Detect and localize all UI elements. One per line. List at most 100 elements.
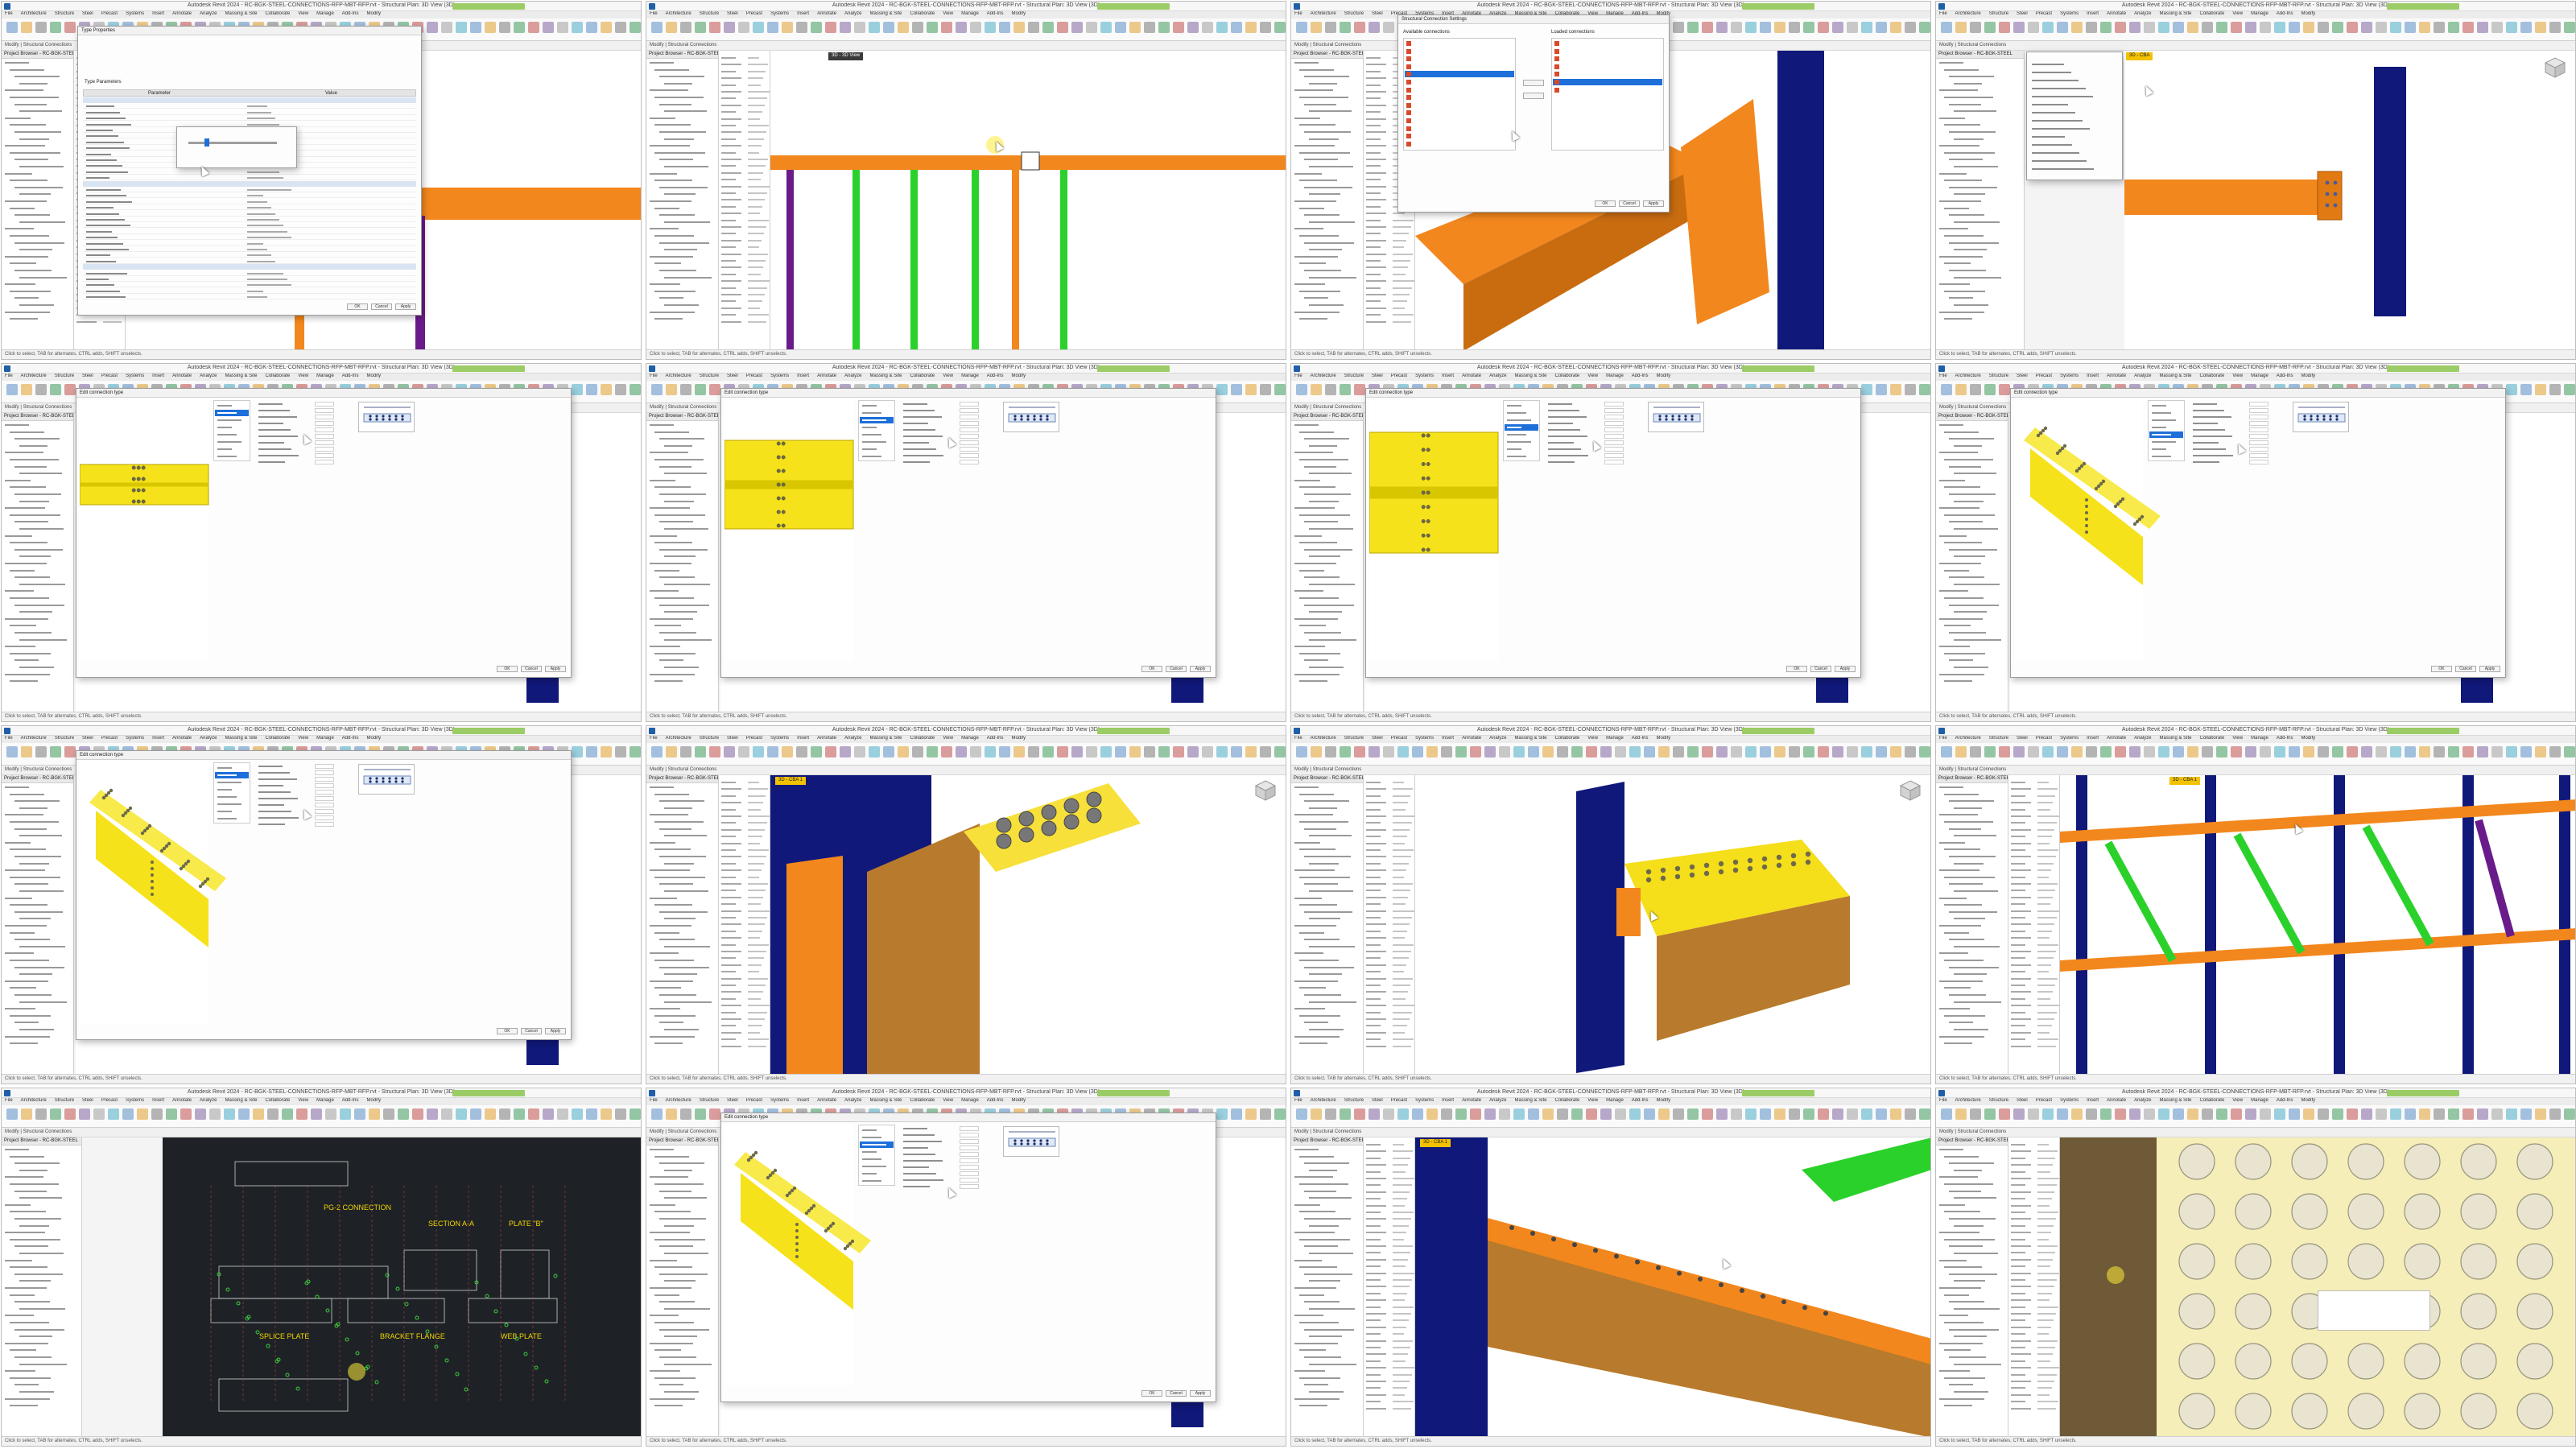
ribbon-tool-icon[interactable]	[1340, 1108, 1351, 1120]
browser-tree-item[interactable]	[1299, 1349, 1326, 1352]
ribbon-tool-icon[interactable]	[2042, 22, 2054, 33]
property-value[interactable]	[748, 125, 769, 126]
ribbon-tool-icon[interactable]	[282, 1108, 293, 1120]
browser-tree-item[interactable]	[1954, 945, 2000, 947]
browser-tree-item[interactable]	[1309, 1280, 1340, 1282]
property-value[interactable]	[1393, 795, 1410, 797]
browser-tree-item[interactable]	[10, 876, 60, 878]
preview-pane[interactable]	[80, 400, 209, 661]
ribbon-tab[interactable]: File	[1294, 11, 1302, 16]
browser-tree-item[interactable]	[1309, 276, 1356, 279]
browser-tree-item[interactable]	[1954, 193, 1985, 196]
ribbon-tab[interactable]: Systems	[1415, 1098, 1434, 1103]
ribbon-tab[interactable]: Precast	[746, 736, 762, 741]
ribbon-tool-icon[interactable]	[1484, 746, 1496, 758]
parameter-value[interactable]	[315, 777, 334, 782]
browser-tree-item[interactable]	[19, 82, 47, 85]
menu-item[interactable]	[2032, 64, 2064, 65]
ribbon-tool-icon[interactable]	[1542, 746, 1554, 758]
ribbon-tab[interactable]: Architecture	[1311, 736, 1336, 741]
property-value[interactable]	[2037, 1313, 2056, 1315]
property-value[interactable]	[1393, 307, 1405, 309]
ribbon-tool-icon[interactable]	[499, 22, 510, 33]
property-value[interactable]	[1393, 1306, 1414, 1308]
browser-tree-item[interactable]	[664, 890, 708, 892]
browser-tree-item[interactable]	[5, 479, 31, 481]
cancel-button[interactable]: Cancel	[521, 666, 542, 672]
ribbon-tab[interactable]: Annotate	[172, 374, 192, 378]
ribbon-tab[interactable]: Insert	[1442, 1098, 1454, 1103]
browser-tree-item[interactable]	[1304, 103, 1336, 105]
browser-tree-item[interactable]	[14, 159, 48, 161]
browser-tree-item[interactable]	[14, 438, 60, 440]
ribbon-tab[interactable]: File	[5, 11, 13, 16]
browser-tree-item[interactable]	[5, 89, 43, 92]
browser-tree-item[interactable]	[659, 493, 706, 495]
ribbon-tab[interactable]: Systems	[1415, 736, 1434, 741]
connection-list-item[interactable]	[1553, 79, 1662, 85]
parameter-value[interactable]	[247, 189, 291, 191]
ribbon-tool-icon[interactable]	[2448, 22, 2459, 33]
browser-tree-item[interactable]	[5, 590, 34, 592]
browser-tree-item[interactable]	[654, 1349, 681, 1352]
browser-tree-item[interactable]	[1949, 1273, 1997, 1275]
browser-tree-item[interactable]	[1294, 1315, 1323, 1317]
property-value[interactable]	[748, 1038, 769, 1041]
browser-tree-item[interactable]	[1939, 925, 1981, 927]
browser-tree-item[interactable]	[14, 1356, 52, 1358]
ribbon-tool-icon[interactable]	[2477, 22, 2488, 33]
browser-tree-item[interactable]	[1304, 186, 1352, 188]
browser-tree-item[interactable]	[1944, 960, 1984, 961]
browser-tree-item[interactable]	[1954, 528, 1998, 530]
ribbon-tab[interactable]: Analyze	[844, 11, 861, 16]
ribbon-tool-icon[interactable]	[543, 22, 554, 33]
browser-tree-item[interactable]	[659, 1273, 708, 1275]
ribbon-tool-icon[interactable]	[2491, 22, 2503, 33]
browser-tree-item[interactable]	[1299, 542, 1337, 544]
browser-tree-item[interactable]	[19, 528, 64, 530]
ribbon-tab[interactable]: Insert	[2087, 736, 2099, 741]
ribbon-tool-icon[interactable]	[2129, 1108, 2140, 1120]
browser-tree-item[interactable]	[1954, 276, 2001, 279]
browser-tree-item[interactable]	[1304, 1328, 1354, 1331]
browser-tree-item[interactable]	[664, 528, 708, 530]
ribbon-tool-icon[interactable]	[2520, 384, 2532, 395]
ribbon-tool-icon[interactable]	[1274, 746, 1286, 758]
ribbon-tab[interactable]: Massing & Site	[869, 374, 902, 378]
ribbon-tool-icon[interactable]	[586, 746, 597, 758]
parameter-value[interactable]	[1604, 447, 1624, 452]
model-view[interactable]	[770, 51, 1286, 349]
browser-tree-item[interactable]	[1294, 452, 1333, 454]
browser-tree-item[interactable]	[1944, 793, 1979, 795]
ribbon-tool-icon[interactable]	[2506, 384, 2517, 395]
ribbon-tool-icon[interactable]	[2202, 746, 2213, 758]
browser-tree-item[interactable]	[1309, 973, 1342, 976]
browser-tree-item[interactable]	[654, 960, 694, 961]
browser-tree-item[interactable]	[14, 966, 64, 968]
browser-tree-item[interactable]	[19, 221, 65, 223]
browser-tree-item[interactable]	[10, 97, 59, 98]
ribbon-tool-icon[interactable]	[1970, 1108, 1981, 1120]
browser-tree-item[interactable]	[10, 1266, 47, 1269]
ribbon-tool-icon[interactable]	[2318, 22, 2329, 33]
ribbon-tool-icon[interactable]	[79, 1108, 90, 1120]
browser-tree-item[interactable]	[5, 424, 29, 426]
connection-preview-graphic[interactable]	[359, 765, 415, 795]
property-value[interactable]	[748, 808, 761, 811]
parameter-value[interactable]	[2249, 402, 2268, 407]
ribbon-tool-icon[interactable]	[2289, 22, 2300, 33]
ribbon-tool-icon[interactable]	[1745, 22, 1757, 33]
ribbon-tool-icon[interactable]	[1245, 746, 1257, 758]
ribbon-tab[interactable]: Analyze	[1489, 1098, 1506, 1103]
property-value[interactable]	[2037, 1347, 2055, 1348]
property-value[interactable]	[748, 828, 765, 831]
ribbon-tab[interactable]: Modify	[1011, 736, 1026, 741]
browser-tree-item[interactable]	[1304, 159, 1338, 161]
ribbon-tab[interactable]: Systems	[2060, 11, 2079, 16]
browser-tree-item[interactable]	[1304, 800, 1349, 803]
ribbon-tab[interactable]: Collaborate	[910, 1098, 935, 1103]
ribbon-tool-icon[interactable]	[941, 22, 952, 33]
browser-tree-item[interactable]	[659, 297, 683, 299]
property-value[interactable]	[2037, 1191, 2054, 1193]
ok-button[interactable]: OK	[2431, 666, 2452, 672]
